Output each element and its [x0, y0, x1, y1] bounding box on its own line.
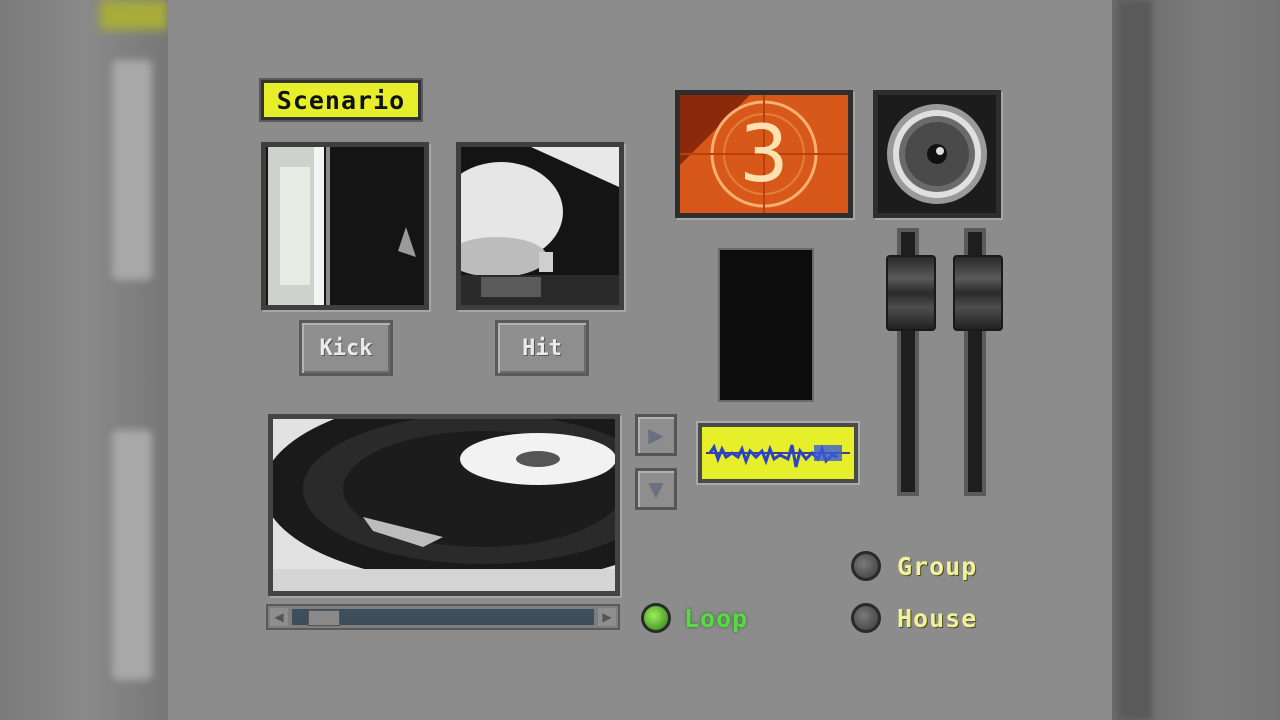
scenario-button[interactable]: Scenario	[259, 78, 423, 122]
countdown-leader: 3	[680, 95, 848, 213]
turntable-image	[263, 394, 703, 591]
countdown-number: 3	[739, 110, 789, 200]
scrub-scrollbar[interactable]: ◀ ▶	[266, 604, 620, 630]
fader-knob-2[interactable]	[953, 255, 1003, 331]
countdown-display: 3	[675, 90, 853, 218]
fader-knob-1[interactable]	[886, 255, 936, 331]
kick-image	[266, 147, 424, 305]
mixer-panel: Scenario Kick Hit ◀ ▶ ▶ ▼ 3 Loop Group H…	[168, 0, 1112, 720]
background-strip	[1118, 0, 1152, 720]
scroll-right-icon[interactable]: ▶	[598, 608, 616, 626]
background-bar	[112, 60, 152, 280]
turntable-preview	[263, 394, 703, 596]
group-label: Group	[897, 552, 978, 581]
hit-thumbnail[interactable]	[439, 142, 624, 310]
play-right-icon[interactable]: ▶	[635, 414, 677, 456]
loop-label: Loop	[684, 604, 749, 633]
background-bar	[112, 430, 152, 680]
house-label: House	[897, 604, 978, 633]
speaker-display	[873, 90, 1001, 218]
hit-button[interactable]: Hit	[495, 320, 589, 376]
loop-toggle[interactable]	[641, 603, 671, 633]
group-toggle[interactable]	[851, 551, 881, 581]
scroll-track[interactable]	[292, 609, 594, 626]
hit-image	[439, 147, 619, 305]
kick-thumbnail[interactable]	[261, 142, 429, 310]
video-box	[718, 248, 814, 402]
right-blur-background	[1112, 0, 1280, 720]
house-toggle[interactable]	[851, 603, 881, 633]
waveform-icon	[706, 443, 850, 468]
arrow-down-icon[interactable]: ▼	[635, 468, 677, 510]
background-yellow-chip	[100, 0, 168, 30]
speaker-icon	[878, 95, 996, 213]
scroll-thumb[interactable]	[308, 610, 340, 626]
scroll-left-icon[interactable]: ◀	[270, 608, 288, 626]
left-blur-background	[0, 0, 168, 720]
waveform-button[interactable]	[696, 421, 860, 485]
kick-button[interactable]: Kick	[299, 320, 393, 376]
